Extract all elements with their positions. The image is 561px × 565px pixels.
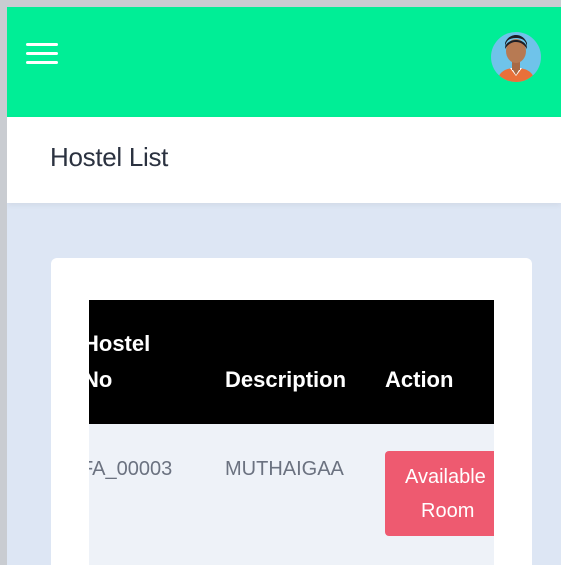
column-header-hostel-no-line1: Hostel	[89, 331, 151, 356]
app-viewport: Hostel List Hostel No Description Action…	[7, 7, 561, 565]
column-header-action[interactable]: Action	[385, 362, 453, 398]
page-title-bar: Hostel List	[7, 117, 561, 203]
available-room-button[interactable]: Available Room	[385, 451, 494, 536]
column-header-hostel-no[interactable]: Hostel No	[89, 326, 193, 398]
top-navbar	[7, 7, 561, 117]
user-avatar-icon[interactable]	[490, 29, 542, 85]
cell-hostel-no: FA_00003	[89, 458, 173, 480]
page-title: Hostel List	[50, 142, 169, 172]
column-header-hostel-no-line2: No	[89, 367, 113, 392]
available-room-button-line2: Room	[421, 500, 475, 522]
available-room-button-line1: Available	[405, 466, 486, 488]
hamburger-menu-icon[interactable]	[26, 40, 58, 68]
table-row: FA_00003 MUTHAIGAA Available Room	[89, 424, 494, 565]
cell-description: MUTHAIGAA	[225, 458, 344, 480]
hostel-table: Hostel No Description Action FA_00003 MU…	[89, 300, 494, 565]
column-header-description[interactable]: Description	[225, 362, 346, 398]
table-header: Hostel No Description Action	[89, 300, 494, 424]
